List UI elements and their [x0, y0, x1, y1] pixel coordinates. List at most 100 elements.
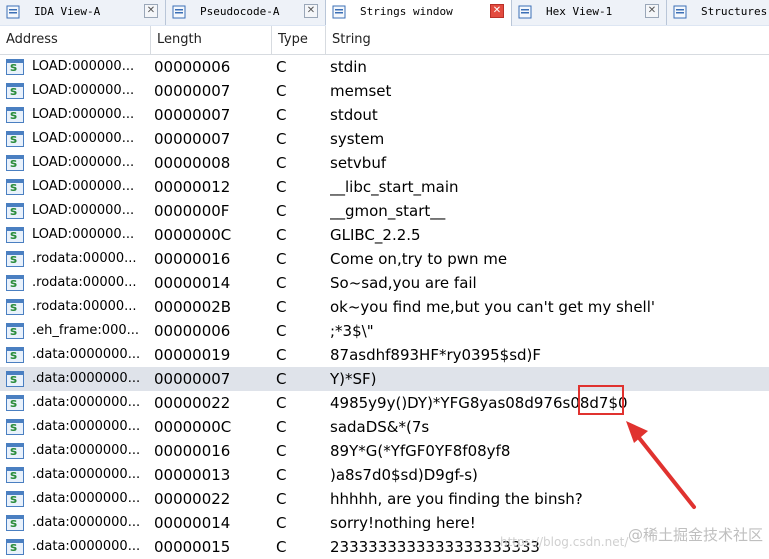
tab-label: IDA View-A: [34, 5, 101, 18]
cell-type: C: [276, 418, 287, 436]
string-icon: s: [6, 251, 24, 267]
cell-length: 00000012: [154, 178, 231, 196]
tab-structures[interactable]: Structures: [667, 0, 769, 25]
structures-icon: [673, 5, 687, 19]
cell-address: .data:0000000...: [32, 443, 141, 458]
cell-type: C: [276, 322, 287, 340]
column-header-string[interactable]: String: [326, 26, 769, 54]
cell-length: 00000016: [154, 442, 231, 460]
cell-length: 0000000F: [154, 202, 230, 220]
table-row[interactable]: s .eh_frame:000... 00000006 C ;*3$\": [0, 319, 769, 343]
cell-length: 00000022: [154, 394, 231, 412]
cell-type: C: [276, 178, 287, 196]
tab-pseudocode-a[interactable]: Pseudocode-A ✕: [166, 0, 326, 25]
cell-address: LOAD:000000...: [32, 83, 135, 98]
tab-label: Hex View-1: [546, 5, 613, 18]
cell-address: .rodata:00000...: [32, 251, 137, 266]
cell-type: C: [276, 250, 287, 268]
cell-type: C: [276, 298, 287, 316]
cell-string: ok~you find me,but you can't get my shel…: [330, 298, 656, 316]
tab-strings-window[interactable]: Strings window ✕: [326, 0, 512, 26]
cell-address: .data:0000000...: [32, 371, 141, 386]
string-icon: s: [6, 347, 24, 363]
cell-string: __gmon_start__: [330, 202, 446, 220]
cell-length: 00000007: [154, 106, 231, 124]
table-row[interactable]: s LOAD:000000... 00000006 Cstdin: [0, 55, 769, 79]
cell-string: 87asdhf893HF*ry0395$sd)F: [330, 346, 542, 364]
string-icon: s: [6, 395, 24, 411]
cell-address: .data:0000000...: [32, 347, 141, 362]
cell-string: ;*3$\": [330, 322, 374, 340]
cell-length: 00000008: [154, 154, 231, 172]
annotation-arrow-icon: [626, 421, 696, 509]
tab-label: Pseudocode-A: [200, 5, 280, 18]
table-row[interactable]: s LOAD:000000... 00000012 C __libc_start_mai…: [0, 175, 769, 199]
cell-length: 0000000C: [154, 226, 232, 244]
string-icon: s: [6, 203, 24, 219]
cell-address: LOAD:000000...: [32, 203, 135, 218]
string-icon: s: [6, 491, 24, 507]
cell-type: C: [276, 82, 287, 100]
close-tab-icon[interactable]: ✕: [304, 4, 318, 18]
cell-type: C: [276, 490, 287, 508]
cell-address: .data:0000000...: [32, 539, 141, 554]
cell-type: C: [276, 394, 287, 412]
cell-string: GLIBC_2.2.5: [330, 226, 421, 244]
table-row[interactable]: s LOAD:000000... 00000007 Csystem: [0, 127, 769, 151]
table-row[interactable]: s .rodata:00000... 0000002B Cok~you find me…: [0, 295, 769, 319]
column-header-length[interactable]: Length: [151, 26, 272, 54]
string-icon: s: [6, 443, 24, 459]
column-header-address[interactable]: Address: [0, 26, 151, 54]
cell-address: .eh_frame:000...: [32, 323, 140, 338]
table-row[interactable]: s .rodata:00000... 00000014 C So~sad,you are…: [0, 271, 769, 295]
strings-table-header: Address Length Type String: [0, 26, 769, 55]
cell-string: 4985y9y()DY)*YFG8yas08d976s08d7$0: [330, 394, 628, 412]
cell-length: 00000006: [154, 58, 231, 76]
cell-type: C: [276, 226, 287, 244]
cell-length: 00000015: [154, 538, 231, 556]
cell-length: 00000014: [154, 514, 231, 532]
string-icon: s: [6, 419, 24, 435]
table-row[interactable]: s LOAD:000000... 0000000F C __gmon_start__: [0, 199, 769, 223]
table-row[interactable]: s LOAD:000000... 00000008 Csetvbuf: [0, 151, 769, 175]
strings-icon: [332, 5, 346, 19]
table-row[interactable]: s .data:0000000... 00000022 C 4985y9y()DY)*Y…: [0, 391, 769, 415]
table-row[interactable]: s LOAD:000000... 00000007 Cmemset: [0, 79, 769, 103]
string-icon: s: [6, 371, 24, 387]
cell-address: LOAD:000000...: [32, 179, 135, 194]
close-tab-icon[interactable]: ✕: [645, 4, 659, 18]
close-tab-icon[interactable]: ✕: [490, 4, 504, 18]
cell-string: memset: [330, 82, 392, 100]
tab-hex-view-1[interactable]: Hex View-1 ✕: [512, 0, 667, 25]
cell-type: C: [276, 442, 287, 460]
cell-address: LOAD:000000...: [32, 227, 135, 242]
string-icon: s: [6, 227, 24, 243]
cell-type: C: [276, 202, 287, 220]
table-row[interactable]: s LOAD:000000... 00000007 Cstdout: [0, 103, 769, 127]
string-icon: s: [6, 275, 24, 291]
string-icon: s: [6, 323, 24, 339]
cell-address: .data:0000000...: [32, 419, 141, 434]
cell-address: .data:0000000...: [32, 491, 141, 506]
column-header-type[interactable]: Type: [272, 26, 326, 54]
cell-string: system: [330, 130, 385, 148]
cell-string: So~sad,you are fail: [330, 274, 477, 292]
cell-length: 00000007: [154, 82, 231, 100]
cell-length: 00000014: [154, 274, 231, 292]
table-row[interactable]: s LOAD:000000... 0000000C C GLIBC_2.2.5: [0, 223, 769, 247]
cell-address: LOAD:000000...: [32, 155, 135, 170]
cell-type: C: [276, 370, 287, 388]
cell-string: stdin: [330, 58, 367, 76]
table-row[interactable]: s .data:0000000... 00000007 C Y)*SF): [0, 367, 769, 391]
cell-string: stdout: [330, 106, 378, 124]
table-row[interactable]: s .data:0000000... 00000019 C 87asdhf893HF*r…: [0, 343, 769, 367]
cell-string: __libc_start_main: [330, 178, 459, 196]
tab-label: Structures: [701, 5, 768, 18]
cell-type: C: [276, 106, 287, 124]
cell-address: .data:0000000...: [32, 515, 141, 530]
close-tab-icon[interactable]: ✕: [144, 4, 158, 18]
cell-type: C: [276, 346, 287, 364]
string-icon: s: [6, 155, 24, 171]
tab-ida-view-a[interactable]: IDA View-A ✕: [0, 0, 166, 25]
table-row[interactable]: s .rodata:00000... 00000016 C Come on,try to…: [0, 247, 769, 271]
